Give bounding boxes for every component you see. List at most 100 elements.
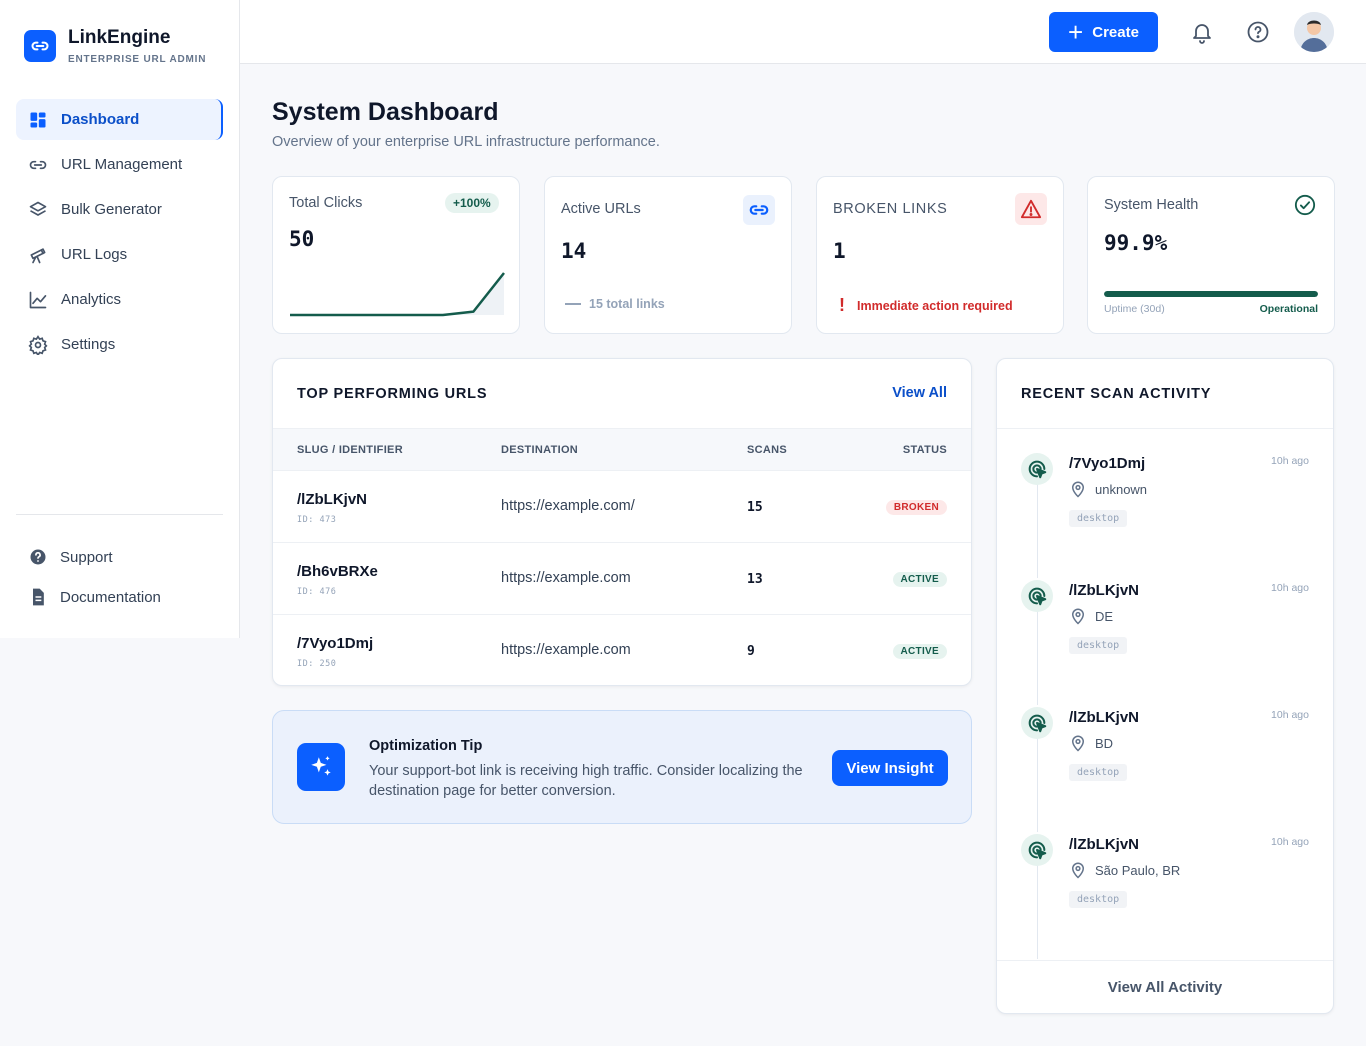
- gear-icon: [28, 334, 48, 355]
- bell-icon[interactable]: [1190, 20, 1214, 44]
- column-header[interactable]: DESTINATION: [501, 429, 578, 471]
- view-all-link[interactable]: View All: [892, 385, 947, 401]
- sidebar-item-bulk-generator[interactable]: Bulk Generator: [16, 189, 223, 230]
- avatar[interactable]: [1294, 12, 1334, 52]
- brand[interactable]: LinkEngine ENTERPRISE URL ADMIN: [24, 28, 206, 65]
- exclamation-icon: !: [839, 295, 845, 315]
- brand-subtitle: ENTERPRISE URL ADMIN: [68, 54, 207, 65]
- device-tag: desktop: [1069, 637, 1128, 654]
- sidebar-item-label: Settings: [61, 336, 116, 353]
- section-title: RECENT SCAN ACTIVITY: [1021, 386, 1212, 402]
- link-icon: [29, 160, 47, 169]
- divider: [997, 428, 1333, 429]
- sidebar: LinkEngine ENTERPRISE URL ADMIN Dashboar…: [0, 0, 240, 638]
- device-tag: desktop: [1069, 764, 1128, 781]
- top-bar: + Create: [240, 0, 1366, 64]
- stat-card-broken-links: BROKEN LINKS 1 ! Immediate action requir…: [816, 176, 1064, 334]
- sidebar-item-label: URL Logs: [61, 246, 128, 263]
- table-row[interactable]: /lZbLKjvN ID: 473 https://example.com/ 1…: [273, 470, 971, 542]
- sidebar-item-label: Support: [60, 548, 113, 566]
- uptime-progress-fill: [1104, 291, 1318, 297]
- tip-title: Optimization Tip: [369, 738, 483, 754]
- help-icon[interactable]: [1246, 20, 1270, 44]
- check-circle-icon: [1294, 194, 1316, 216]
- link-icon: [743, 195, 775, 225]
- sidebar-divider: [16, 514, 223, 515]
- sidebar-nav: Dashboard URL Management Bulk Generator …: [16, 99, 223, 369]
- status-badge: BROKEN: [885, 500, 947, 515]
- activity-slug[interactable]: /lZbLKjvN: [1069, 836, 1139, 853]
- map-pin-icon: [1071, 862, 1085, 879]
- sidebar-item-url-logs[interactable]: URL Logs: [16, 234, 223, 275]
- warning-icon: [1015, 193, 1047, 225]
- map-pin-icon: [1071, 481, 1085, 498]
- cursor-click-icon: [1021, 834, 1053, 866]
- recent-activity-card: RECENT SCAN ACTIVITY /7Vyo1Dmj 10h ago u…: [996, 358, 1334, 1014]
- sidebar-item-documentation[interactable]: Documentation: [28, 580, 161, 614]
- stat-label: Active URLs: [561, 201, 641, 217]
- page-subtitle: Overview of your enterprise URL infrastr…: [272, 134, 660, 150]
- stat-note-text: 15 total links: [589, 297, 665, 311]
- activity-item[interactable]: /lZbLKjvN 10h ago BD desktop: [997, 707, 1333, 834]
- sidebar-item-settings[interactable]: Settings: [16, 324, 223, 365]
- table-row[interactable]: /Bh6vBRXe ID: 476 https://example.com 13…: [273, 542, 971, 614]
- url-slug[interactable]: /7Vyo1Dmj: [297, 635, 373, 652]
- activity-time: 10h ago: [1271, 455, 1309, 467]
- sparkles-icon: [297, 743, 345, 791]
- sparkline-area: [290, 273, 504, 315]
- sidebar-footer: Support Documentation: [28, 540, 161, 620]
- link-logo-icon: [24, 30, 56, 62]
- view-insight-button[interactable]: View Insight: [832, 750, 948, 786]
- activity-location-text: São Paulo, BR: [1095, 862, 1181, 878]
- timeline-line: [1037, 610, 1038, 705]
- tip-text: Your support-bot link is receiving high …: [369, 763, 803, 799]
- growth-badge: +100%: [445, 193, 499, 213]
- sidebar-item-dashboard[interactable]: Dashboard: [16, 99, 223, 140]
- activity-location: BD: [1069, 733, 1113, 753]
- stat-value: 14: [561, 239, 587, 263]
- create-button[interactable]: + Create: [1049, 12, 1158, 52]
- url-destination: https://example.com: [501, 642, 631, 658]
- user-avatar-icon: [1294, 12, 1334, 52]
- sparkline-line: [290, 272, 505, 317]
- cursor-click-icon: [1021, 580, 1053, 612]
- top-urls-card: TOP PERFORMING URLS View All SLUG / IDEN…: [272, 358, 972, 686]
- url-scans: 13: [747, 572, 763, 587]
- sidebar-item-analytics[interactable]: Analytics: [16, 279, 223, 320]
- activity-time: 10h ago: [1271, 582, 1309, 594]
- activity-slug[interactable]: /lZbLKjvN: [1069, 709, 1139, 726]
- url-slug[interactable]: /lZbLKjvN: [297, 491, 367, 508]
- stat-alert: ! Immediate action required: [839, 295, 1013, 316]
- activity-item[interactable]: /lZbLKjvN 10h ago São Paulo, BR desktop: [997, 834, 1333, 961]
- device-tag: desktop: [1069, 510, 1128, 527]
- url-slug[interactable]: /Bh6vBRXe: [297, 563, 378, 580]
- activity-location-text: DE: [1095, 608, 1114, 624]
- activity-item[interactable]: /7Vyo1Dmj 10h ago unknown desktop: [997, 453, 1333, 580]
- view-all-activity-button[interactable]: View All Activity: [997, 960, 1333, 1014]
- timeline-line: [1037, 864, 1038, 959]
- layers-icon: [29, 201, 47, 216]
- sidebar-item-support[interactable]: Support: [28, 540, 161, 574]
- cursor-click-icon: [1021, 707, 1053, 739]
- health-status: Operational: [1259, 303, 1318, 315]
- activity-slug[interactable]: /7Vyo1Dmj: [1069, 455, 1145, 472]
- stat-value: 1: [833, 239, 846, 263]
- stat-card-active-urls: Active URLs 14 15 total links: [544, 176, 792, 334]
- device-tag: desktop: [1069, 891, 1128, 908]
- timeline-line: [1037, 737, 1038, 832]
- sidebar-item-label: Analytics: [61, 291, 122, 308]
- url-id: ID: 476: [297, 587, 337, 597]
- stat-note: 15 total links: [565, 297, 665, 311]
- sidebar-item-url-management[interactable]: URL Management: [16, 144, 223, 185]
- create-button-label: Create: [1092, 23, 1139, 41]
- status-badge: ACTIVE: [892, 644, 947, 659]
- column-header[interactable]: SLUG / IDENTIFIER: [297, 429, 403, 471]
- activity-slug[interactable]: /lZbLKjvN: [1069, 582, 1139, 599]
- activity-time: 10h ago: [1271, 709, 1309, 721]
- map-pin-icon: [1071, 608, 1085, 625]
- column-header[interactable]: SCANS: [747, 429, 787, 471]
- activity-item[interactable]: /lZbLKjvN 10h ago DE desktop: [997, 580, 1333, 707]
- table-row[interactable]: /7Vyo1Dmj ID: 250 https://example.com 9 …: [273, 614, 971, 686]
- clicks-sparkline: [290, 272, 505, 317]
- column-header[interactable]: STATUS: [903, 429, 947, 471]
